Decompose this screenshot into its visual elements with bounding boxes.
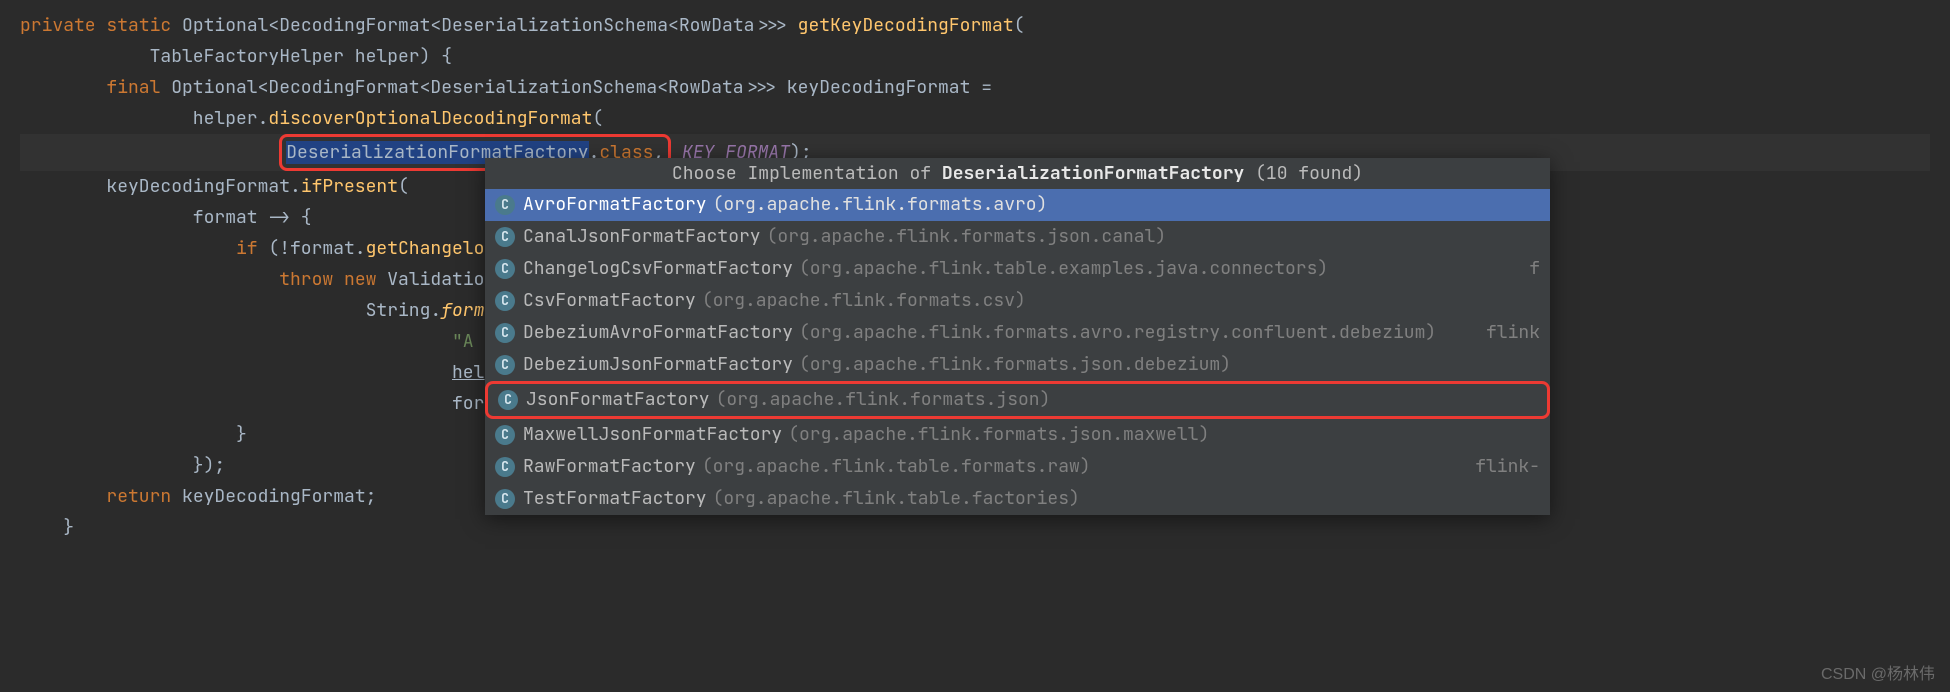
popup-item-canaljson[interactable]: C CanalJsonFormatFactory (org.apache.fli… (485, 221, 1550, 253)
class-icon: C (495, 291, 515, 311)
class-icon: C (495, 259, 515, 279)
code-line: final Optional<DecodingFormat<Deserializ… (20, 72, 1930, 103)
popup-item-changelogcsv[interactable]: C ChangelogCsvFormatFactory (org.apache.… (485, 253, 1550, 285)
popup-item-debeziumjson[interactable]: C DebeziumJsonFormatFactory (org.apache.… (485, 349, 1550, 381)
popup-item-raw[interactable]: C RawFormatFactory (org.apache.flink.tab… (485, 451, 1550, 483)
class-icon: C (495, 195, 515, 215)
popup-item-csv[interactable]: C CsvFormatFactory (org.apache.flink.for… (485, 285, 1550, 317)
implementation-chooser-popup: Choose Implementation of Deserialization… (485, 158, 1550, 515)
class-icon: C (498, 390, 518, 410)
class-icon: C (495, 489, 515, 509)
module-hint: flink- (1475, 455, 1540, 479)
module-hint: f (1529, 257, 1540, 281)
module-hint: flink (1486, 321, 1540, 345)
popup-item-test[interactable]: C TestFormatFactory (org.apache.flink.ta… (485, 483, 1550, 515)
popup-item-debeziumavro[interactable]: C DebeziumAvroFormatFactory (org.apache.… (485, 317, 1550, 349)
class-icon: C (495, 323, 515, 343)
class-icon: C (495, 227, 515, 247)
code-line: private static Optional<DecodingFormat<D… (20, 10, 1930, 41)
class-icon: C (495, 425, 515, 445)
code-line: } (20, 512, 1930, 543)
popup-item-json-highlighted[interactable]: C JsonFormatFactory (org.apache.flink.fo… (485, 381, 1550, 419)
popup-item-avro[interactable]: C AvroFormatFactory (org.apache.flink.fo… (485, 189, 1550, 221)
popup-item-maxwelljson[interactable]: C MaxwellJsonFormatFactory (org.apache.f… (485, 419, 1550, 451)
code-line: helper.discoverOptionalDecodingFormat( (20, 103, 1930, 134)
class-icon: C (495, 457, 515, 477)
watermark: CSDN @杨林伟 (1821, 660, 1935, 684)
popup-header: Choose Implementation of Deserialization… (485, 158, 1550, 189)
code-line: TableFactoryHelper helper) { (20, 41, 1930, 72)
class-icon: C (495, 355, 515, 375)
popup-list: C AvroFormatFactory (org.apache.flink.fo… (485, 189, 1550, 515)
